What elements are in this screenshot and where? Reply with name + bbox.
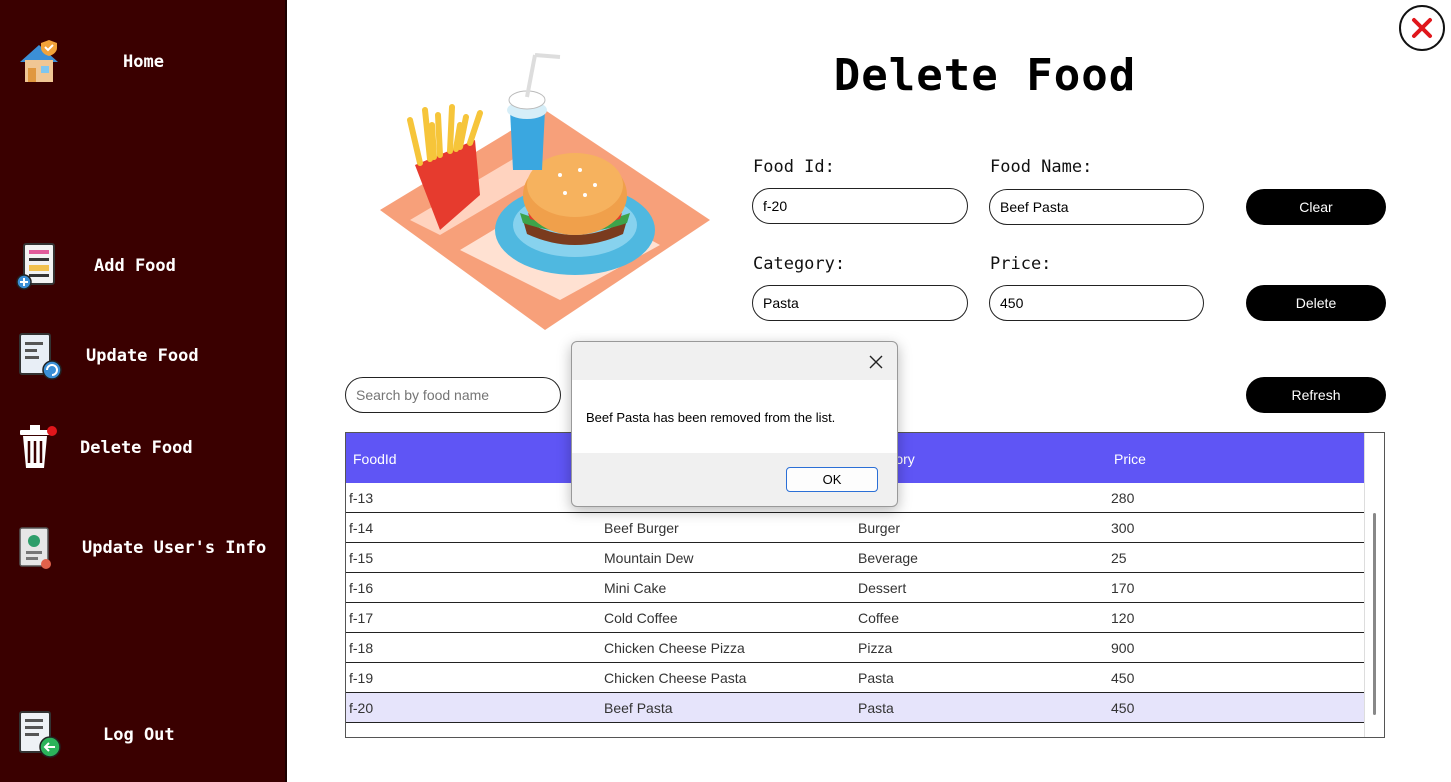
update-document-icon — [19, 333, 62, 380]
cell-price: 280 — [1111, 490, 1135, 506]
cell-foodid: f-16 — [349, 580, 374, 596]
dialog-body: Beef Pasta has been removed from the lis… — [572, 380, 897, 453]
column-header-price[interactable]: Price — [1114, 451, 1146, 467]
sidebar-item-log-out[interactable]: Log Out — [0, 706, 287, 764]
food-tray-illustration — [380, 53, 710, 330]
cell-foodid: f-14 — [349, 520, 374, 536]
cell-foodname: Mountain Dew — [604, 550, 694, 566]
cell-category: Pizza — [858, 640, 893, 656]
logout-icon — [19, 711, 61, 758]
sidebar-item-label: Update Food — [86, 346, 199, 366]
cell-price: 450 — [1111, 700, 1135, 716]
cell-price: 300 — [1111, 520, 1135, 536]
cell-foodname: Beef Burger — [604, 520, 679, 536]
close-icon — [1412, 18, 1432, 38]
table-row[interactable]: f-15 Mountain Dew Beverage 25 — [346, 543, 1364, 573]
close-button[interactable] — [1399, 5, 1445, 51]
cell-foodname: Beef Pasta — [604, 700, 673, 716]
cell-foodname: Cold Coffee — [604, 610, 678, 626]
cell-category: Beverage — [858, 550, 918, 566]
ok-button[interactable]: OK — [786, 467, 878, 492]
cell-foodid: f-18 — [349, 640, 374, 656]
table-row[interactable]: f-16 Mini Cake Dessert 170 — [346, 573, 1364, 603]
category-field[interactable] — [752, 285, 968, 321]
clear-button[interactable]: Clear — [1246, 189, 1386, 225]
food-id-label: Food Id: — [753, 157, 835, 177]
cell-category: Dessert — [858, 580, 907, 596]
cell-category: Burger — [858, 520, 901, 536]
cell-foodid: f-19 — [349, 670, 374, 686]
cell-foodid: f-15 — [349, 550, 374, 566]
scrollbar-thumb[interactable] — [1373, 513, 1376, 715]
food-name-label: Food Name: — [990, 157, 1093, 177]
cell-price: 450 — [1111, 670, 1135, 686]
table-row[interactable]: f-17 Cold Coffee Coffee 120 — [346, 603, 1364, 633]
close-icon[interactable] — [864, 350, 888, 374]
delete-button[interactable]: Delete — [1246, 285, 1386, 321]
sidebar-item-update-users-info[interactable]: Update User's Info — [0, 520, 287, 576]
sidebar-item-label: Home — [123, 52, 164, 72]
cell-foodname: Chicken Cheese Pizza — [604, 640, 745, 656]
page-title: Delete Food — [833, 50, 1137, 101]
column-header-foodid[interactable]: FoodId — [353, 451, 397, 467]
category-label: Category: — [753, 254, 846, 274]
cell-price: 120 — [1111, 610, 1135, 626]
table-row[interactable]: f-18 Chicken Cheese Pizza Pizza 900 — [346, 633, 1364, 663]
cell-price: 25 — [1111, 550, 1127, 566]
sidebar-item-label: Update User's Info — [82, 538, 267, 558]
sidebar: Home Add Food Update Food Delete Food Up… — [0, 0, 287, 782]
food-name-field[interactable] — [989, 189, 1204, 225]
cell-price: 900 — [1111, 640, 1135, 656]
cell-category: Pasta — [858, 670, 894, 686]
sidebar-item-update-food[interactable]: Update Food — [0, 328, 287, 384]
sidebar-item-label: Delete Food — [80, 438, 193, 458]
cell-foodid: f-13 — [349, 490, 374, 506]
table-row[interactable]: f-19 Chicken Cheese Pasta Pasta 450 — [346, 663, 1364, 693]
dialog-message: Beef Pasta has been removed from the lis… — [586, 410, 836, 425]
sidebar-item-add-food[interactable]: Add Food — [0, 238, 287, 294]
cell-category: Pasta — [858, 700, 894, 716]
cell-price: 170 — [1111, 580, 1135, 596]
message-dialog: Beef Pasta has been removed from the lis… — [571, 341, 898, 507]
cell-foodid: f-17 — [349, 610, 374, 626]
table-scrollbar[interactable] — [1364, 433, 1384, 737]
user-card-icon — [19, 527, 51, 569]
table-row[interactable]: f-14 Beef Burger Burger 300 — [346, 513, 1364, 543]
cell-category: Coffee — [858, 610, 899, 626]
table-row-selected[interactable]: f-20 Beef Pasta Pasta 450 — [346, 693, 1364, 723]
cell-foodname: Chicken Cheese Pasta — [604, 670, 747, 686]
price-label: Price: — [990, 254, 1052, 274]
sidebar-item-home[interactable]: Home — [0, 36, 287, 90]
search-input[interactable] — [345, 377, 561, 413]
home-icon — [20, 40, 58, 82]
refresh-button[interactable]: Refresh — [1246, 377, 1386, 413]
trash-icon — [20, 425, 57, 468]
sidebar-item-delete-food[interactable]: Delete Food — [0, 420, 287, 476]
food-id-field[interactable] — [752, 188, 968, 224]
add-document-icon — [16, 243, 55, 290]
sidebar-item-label: Log Out — [103, 725, 175, 745]
price-field[interactable] — [989, 285, 1204, 321]
cell-foodname: Mini Cake — [604, 580, 667, 596]
sidebar-item-label: Add Food — [94, 256, 176, 276]
cell-foodid: f-20 — [349, 700, 374, 716]
